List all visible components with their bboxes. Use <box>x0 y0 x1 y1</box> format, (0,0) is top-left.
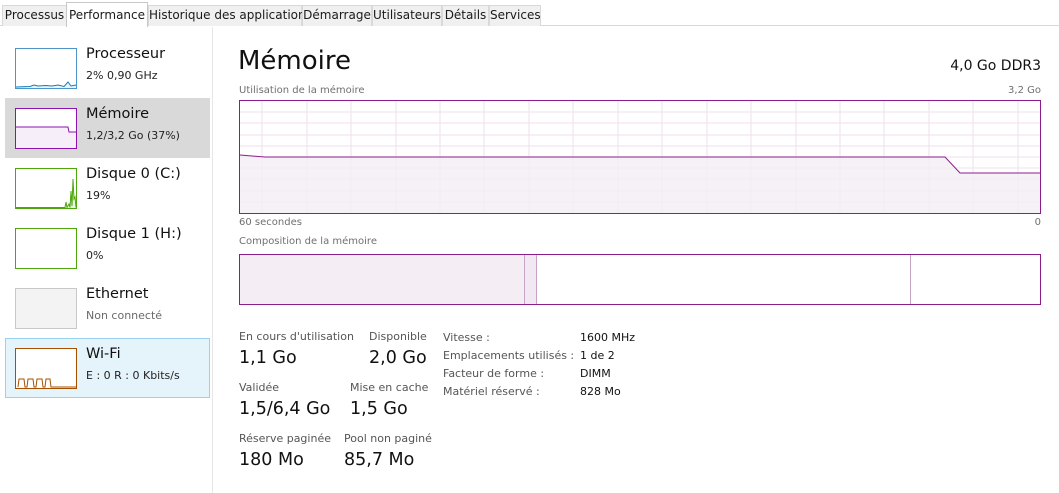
memory-usage-graph <box>239 100 1041 214</box>
spec-reserved-value: 828 Mo <box>580 385 621 398</box>
tab-details[interactable]: Détails <box>442 5 489 26</box>
tab-demarrage[interactable]: Démarrage <box>302 5 372 26</box>
usage-graph-max: 3,2 Go <box>1008 85 1041 96</box>
sidebar-item-ethernet[interactable]: Ethernet Non connecté <box>5 278 210 338</box>
graph-zero-label: 0 <box>1034 217 1041 228</box>
spec-speed-value: 1600 MHz <box>580 331 636 344</box>
tab-historique-applications[interactable]: Historique des applications <box>148 5 312 26</box>
sidebar-item-disque-1[interactable]: Disque 1 (H:) 0% <box>5 218 210 278</box>
stat-nonpaged-pool-value: 85,7 Mo <box>344 450 415 470</box>
sidebar-item-disque-0[interactable]: Disque 0 (C:) 19% <box>5 158 210 218</box>
spec-slots-label: Emplacements utilisés : <box>443 349 575 362</box>
stat-in-use-value: 1,1 Go <box>239 348 297 368</box>
stat-nonpaged-pool-label: Pool non paginé <box>344 432 432 445</box>
sidebar-item-subtitle: 19% <box>86 189 111 202</box>
memory-composition-bar[interactable] <box>239 254 1041 305</box>
sidebar-item-title: Mémoire <box>86 106 150 122</box>
sidebar: Processeur 2% 0,90 GHz Mémoire 1,2/3,2 G… <box>0 27 213 493</box>
wifi-thumbnail <box>15 348 77 389</box>
tab-bar: Processus Performance Historique des app… <box>0 0 1059 27</box>
sidebar-item-subtitle: 1,2/3,2 Go (37%) <box>86 129 180 142</box>
stat-cached-label: Mise en cache <box>350 381 429 394</box>
spec-form-factor-value: DIMM <box>580 367 611 380</box>
composition-modified-segment[interactable] <box>525 255 537 304</box>
spec-speed-label: Vitesse : <box>443 331 490 344</box>
memory-spec: 4,0 Go DDR3 <box>950 58 1041 74</box>
tab-performance[interactable]: Performance <box>66 2 148 27</box>
stat-available-label: Disponible <box>369 330 427 343</box>
ethernet-thumbnail <box>15 288 77 329</box>
sidebar-item-processeur[interactable]: Processeur 2% 0,90 GHz <box>5 38 210 98</box>
stat-paged-pool-value: 180 Mo <box>239 450 304 470</box>
stat-committed-label: Validée <box>239 381 280 394</box>
stat-available-value: 2,0 Go <box>369 348 427 368</box>
composition-standby-divider <box>910 255 911 304</box>
sidebar-item-title: Disque 0 (C:) <box>86 166 181 182</box>
sidebar-item-subtitle: E : 0 R : 0 Kbits/s <box>86 369 180 382</box>
disk1-thumbnail <box>15 228 77 269</box>
disk0-thumbnail <box>15 168 77 209</box>
tab-services[interactable]: Services <box>489 5 541 26</box>
stat-cached-value: 1,5 Go <box>350 399 408 419</box>
sidebar-item-title: Ethernet <box>86 286 149 302</box>
time-span-label: 60 secondes <box>239 217 302 228</box>
tab-processus[interactable]: Processus <box>2 5 67 26</box>
memory-thumbnail <box>15 108 77 149</box>
tab-utilisateurs[interactable]: Utilisateurs <box>372 5 442 26</box>
spec-reserved-label: Matériel réservé : <box>443 385 540 398</box>
spec-slots-value: 1 de 2 <box>580 349 615 362</box>
cpu-thumbnail <box>15 48 77 89</box>
page-title: Mémoire <box>238 46 352 76</box>
sidebar-item-wifi[interactable]: Wi-Fi E : 0 R : 0 Kbits/s <box>5 338 210 398</box>
memory-usage-svg <box>240 101 1040 213</box>
sidebar-item-subtitle: Non connecté <box>86 309 163 322</box>
stat-committed-value: 1,5/6,4 Go <box>239 399 331 419</box>
sidebar-item-title: Processeur <box>86 46 166 62</box>
usage-graph-label: Utilisation de la mémoire <box>239 85 365 96</box>
sidebar-item-title: Disque 1 (H:) <box>86 226 182 242</box>
sidebar-item-memoire[interactable]: Mémoire 1,2/3,2 Go (37%) <box>5 98 210 158</box>
composition-in-use-segment[interactable] <box>240 255 525 304</box>
sidebar-item-subtitle: 0% <box>86 249 104 262</box>
stat-paged-pool-label: Réserve paginée <box>239 432 331 445</box>
sidebar-item-title: Wi-Fi <box>86 346 121 362</box>
spec-form-factor-label: Facteur de forme : <box>443 367 545 380</box>
memory-detail-panel: Mémoire 4,0 Go DDR3 Utilisation de la mé… <box>214 27 1059 493</box>
sidebar-item-subtitle: 2% 0,90 GHz <box>86 69 158 82</box>
stat-in-use-label: En cours d'utilisation <box>239 330 354 343</box>
composition-label: Composition de la mémoire <box>239 236 377 247</box>
